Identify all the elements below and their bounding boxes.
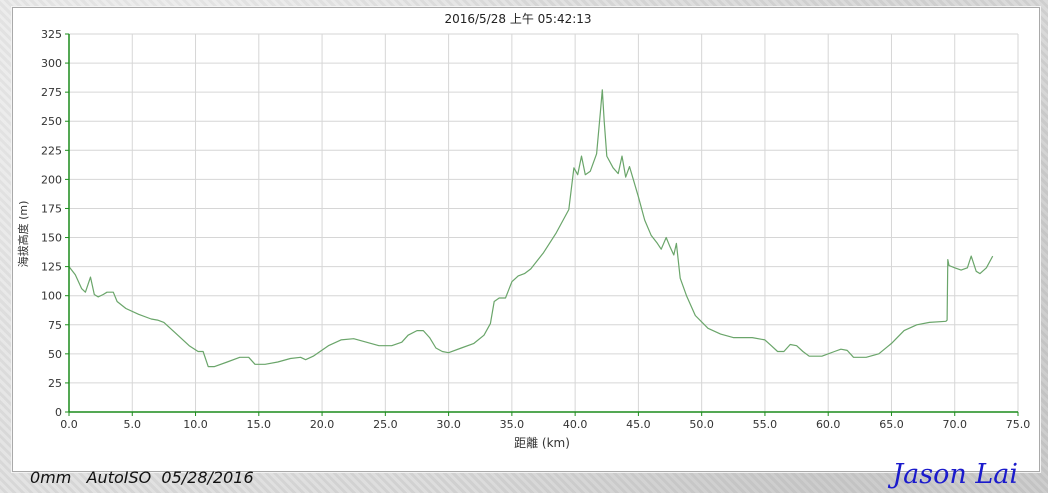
x-tick-label: 70.0 bbox=[942, 418, 967, 431]
x-tick-label: 20.0 bbox=[310, 418, 335, 431]
y-tick-label: 125 bbox=[41, 261, 62, 274]
y-tick-label: 150 bbox=[41, 232, 62, 245]
x-tick-label: 45.0 bbox=[626, 418, 651, 431]
x-tick-label: 5.0 bbox=[124, 418, 142, 431]
y-tick-label: 250 bbox=[41, 115, 62, 128]
x-tick-label: 0.0 bbox=[60, 418, 78, 431]
y-tick-label: 275 bbox=[41, 86, 62, 99]
x-tick-label: 15.0 bbox=[247, 418, 272, 431]
photographer-signature: Jason Lai bbox=[892, 459, 1018, 490]
camera-info-caption: 0mm AutoISO 05/28/2016 bbox=[30, 468, 254, 487]
chart-title: 2016/5/28 上午 05:42:13 bbox=[444, 12, 591, 26]
x-tick-label: 10.0 bbox=[183, 418, 208, 431]
x-tick-label: 65.0 bbox=[879, 418, 904, 431]
x-axis-title: 距離 (km) bbox=[514, 436, 570, 450]
elevation-chart: 2016/5/28 上午 05:42:13 0.0 5.0 10.0 15.0 20.0… bbox=[16, 12, 1031, 450]
y-tick-label: 325 bbox=[41, 28, 62, 41]
y-tick-label: 200 bbox=[41, 173, 62, 186]
x-tick-label: 60.0 bbox=[816, 418, 841, 431]
x-tick-label: 75.0 bbox=[1006, 418, 1031, 431]
x-tick-label: 35.0 bbox=[500, 418, 525, 431]
y-tick-label: 75 bbox=[48, 319, 62, 332]
y-tick-label: 225 bbox=[41, 144, 62, 157]
y-tick-label: 100 bbox=[41, 290, 62, 303]
y-tick-label: 0 bbox=[55, 406, 62, 419]
y-tick-label: 50 bbox=[48, 348, 62, 361]
y-axis-title: 海拔高度 (m) bbox=[16, 201, 30, 268]
y-tick-label: 175 bbox=[41, 202, 62, 215]
y-tick-label: 25 bbox=[48, 377, 62, 390]
y-tick-label: 300 bbox=[41, 57, 62, 70]
x-tick-label: 55.0 bbox=[753, 418, 778, 431]
x-tick-label: 25.0 bbox=[373, 418, 398, 431]
x-tick-label: 50.0 bbox=[689, 418, 714, 431]
x-tick-label: 40.0 bbox=[563, 418, 588, 431]
x-tick-label: 30.0 bbox=[436, 418, 461, 431]
